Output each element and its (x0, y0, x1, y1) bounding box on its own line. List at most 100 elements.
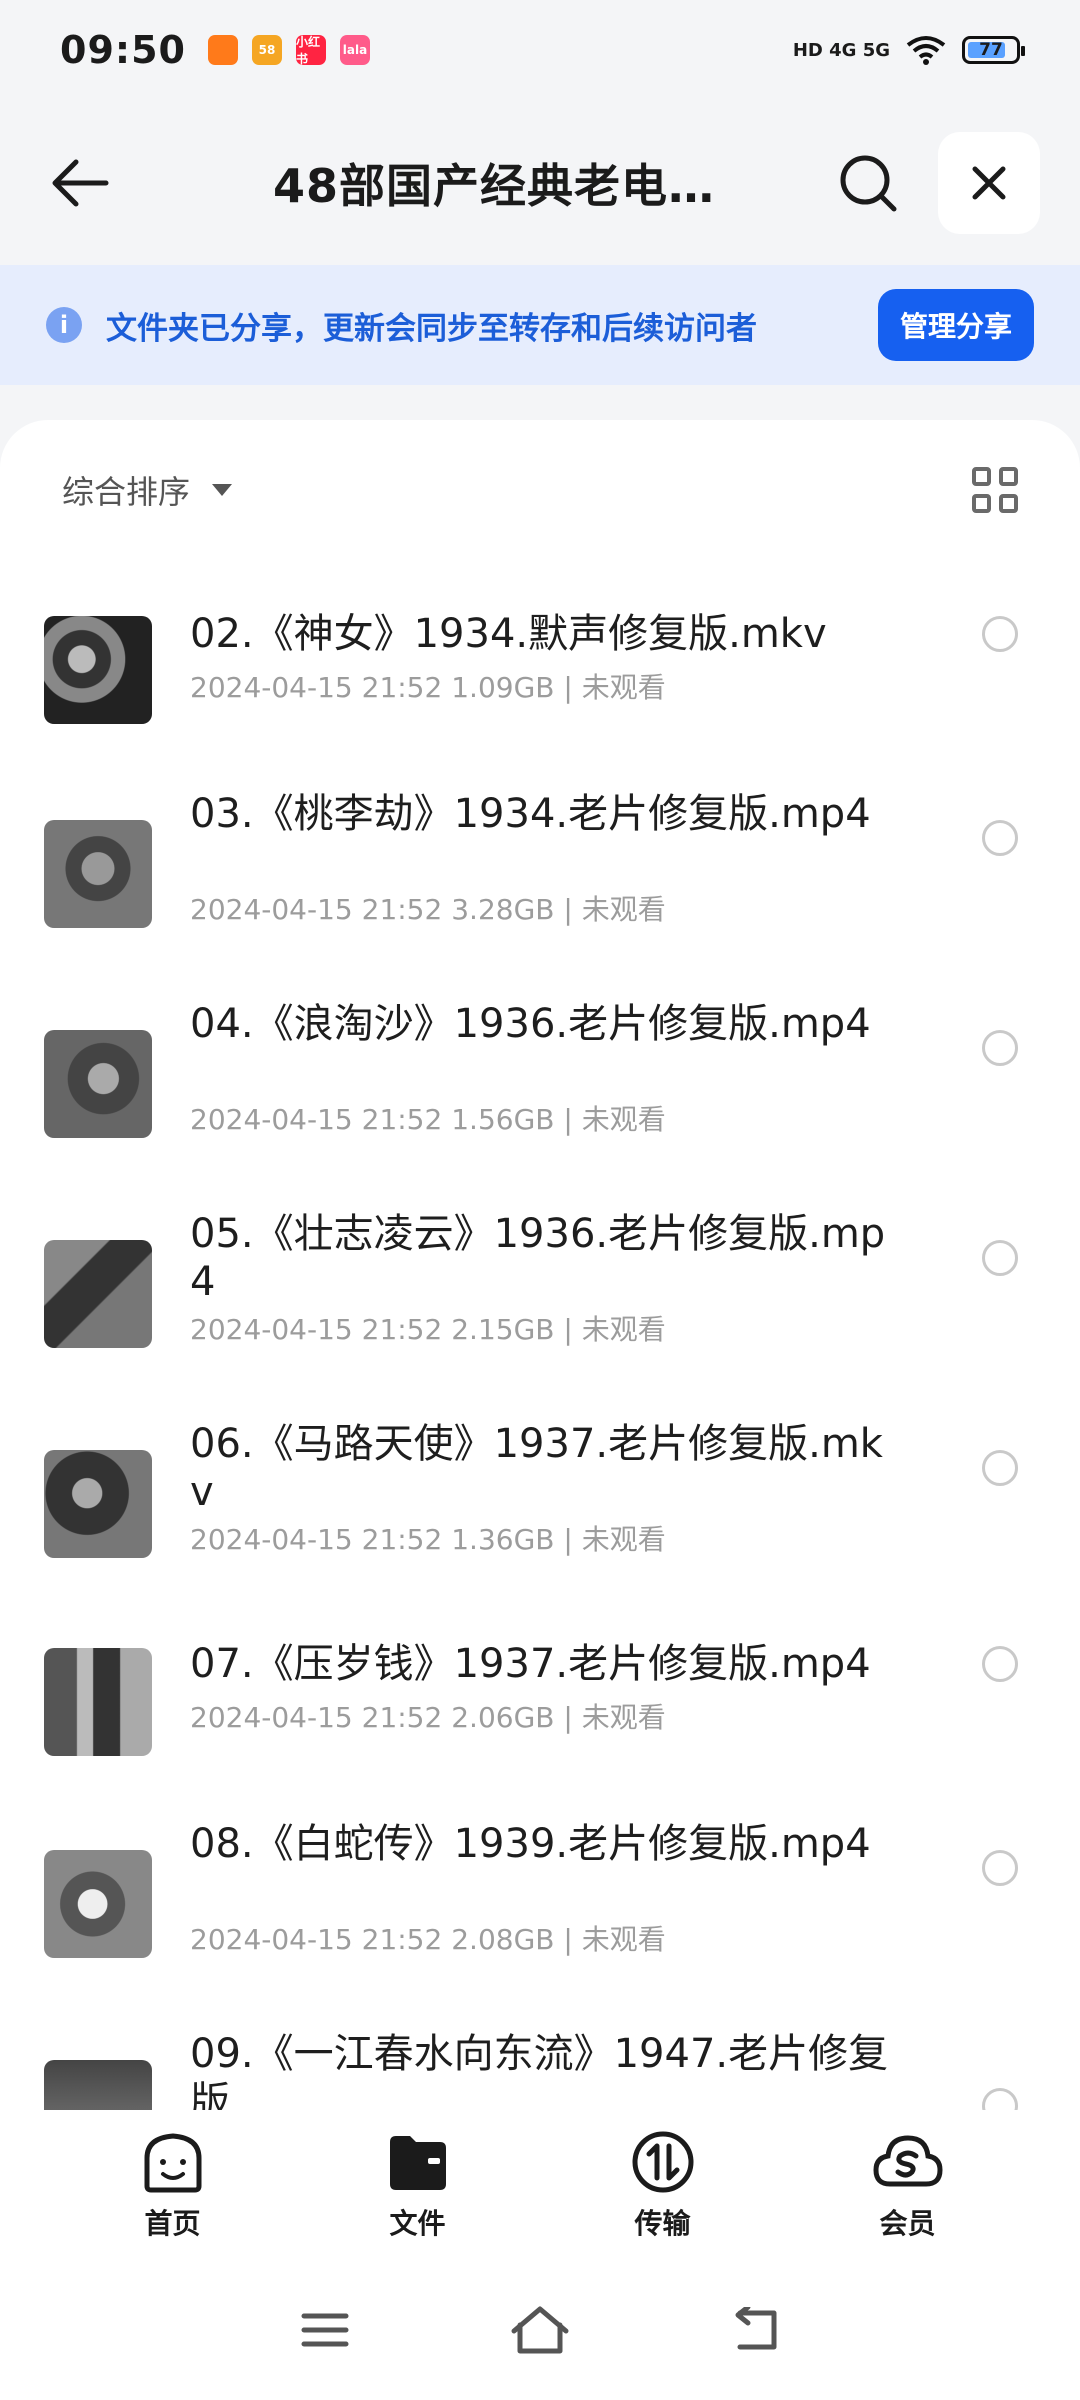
file-row[interactable]: 05.《壮志凌云》1936.老片修复版.mp4 2024-04-15 21:52 … (0, 1170, 1080, 1370)
file-row[interactable]: 07.《压岁钱》1937.老片修复版.mp4 2024-04-15 21:52 2… (0, 1590, 1080, 1790)
file-meta: 2024-04-15 21:52 1.36GB | 未观看 (190, 1518, 666, 1558)
wifi-icon (906, 36, 946, 65)
video-thumbnail (44, 616, 152, 724)
file-name: 03.《桃李劫》1934.老片修复版.mp4 (190, 791, 871, 837)
file-date: 2024-04-15 21:52 (190, 1701, 443, 1734)
file-list-panel: 综合排序 02.《神女》1934.默声修复版.mkv 2024-04-15 21:… (0, 420, 1080, 2120)
select-radio[interactable] (982, 616, 1018, 652)
close-button[interactable] (938, 131, 1040, 234)
system-nav-bar (0, 2260, 1080, 2400)
file-date: 2024-04-15 21:52 (190, 671, 443, 704)
file-date: 2024-04-15 21:52 (190, 1313, 443, 1346)
meta-divider: | (554, 1523, 582, 1556)
menu-icon[interactable] (300, 2310, 350, 2350)
grid-view-icon[interactable] (972, 467, 1018, 513)
file-row[interactable]: 08.《白蛇传》1939.老片修复版.mp4 2024-04-15 21:52 2… (0, 1780, 1080, 1980)
info-icon: i (46, 307, 82, 343)
battery-level: 77 (979, 40, 1003, 60)
tab-home[interactable]: 首页 (93, 2110, 253, 2260)
file-name: 08.《白蛇传》1939.老片修复版.mp4 (190, 1821, 871, 1867)
file-row[interactable]: 03.《桃李劫》1934.老片修复版.mp4 2024-04-15 21:52 3… (0, 750, 1080, 950)
file-meta: 2024-04-15 21:52 1.09GB | 未观看 (190, 666, 666, 706)
file-size: 1.09GB (451, 671, 555, 704)
member-cloud-icon (872, 2135, 943, 2187)
file-meta: 2024-04-15 21:52 3.28GB | 未观看 (190, 888, 666, 928)
select-radio[interactable] (982, 1030, 1018, 1066)
home-face-icon (144, 2133, 201, 2193)
select-radio[interactable] (982, 1850, 1018, 1886)
watch-status: 未观看 (581, 893, 666, 926)
file-name: 04.《浪淘沙》1936.老片修复版.mp4 (190, 1001, 871, 1047)
sort-dropdown[interactable]: 综合排序 (62, 467, 190, 513)
status-bar: 09:50 58 小红书 lala HD 4G 5G 77 (0, 0, 1080, 100)
folder-icon (389, 2136, 446, 2190)
watch-status: 未观看 (581, 1313, 666, 1346)
file-date: 2024-04-15 21:52 (190, 893, 443, 926)
caret-down-icon[interactable] (212, 484, 233, 496)
file-row[interactable]: 02.《神女》1934.默声修复版.mkv 2024-04-15 21:52 1.… (0, 560, 1080, 760)
file-meta: 2024-04-15 21:52 2.15GB | 未观看 (190, 1308, 666, 1348)
video-thumbnail (44, 1450, 152, 1558)
file-size: 2.06GB (451, 1701, 555, 1734)
select-radio[interactable] (982, 820, 1018, 856)
meta-divider: | (554, 893, 582, 926)
back-nav-icon[interactable] (730, 2307, 780, 2353)
close-icon (972, 166, 1006, 199)
tab-files[interactable]: 文件 (338, 2110, 498, 2260)
file-row[interactable]: 04.《浪淘沙》1936.老片修复版.mp4 2024-04-15 21:52 1… (0, 960, 1080, 1160)
app-icon-xiaohongshu: 小红书 (295, 35, 326, 66)
page-title: 48部国产经典老电… (272, 158, 715, 213)
video-thumbnail (44, 1850, 152, 1958)
file-meta: 2024-04-15 21:52 2.06GB | 未观看 (190, 1696, 666, 1736)
file-size: 2.08GB (451, 1923, 555, 1956)
file-date: 2024-04-15 21:52 (190, 1103, 443, 1136)
select-radio[interactable] (982, 1646, 1018, 1682)
select-radio[interactable] (982, 1240, 1018, 1276)
manage-share-button[interactable]: 管理分享 (877, 289, 1034, 361)
file-list[interactable]: 02.《神女》1934.默声修复版.mkv 2024-04-15 21:52 1.… (0, 560, 1080, 2115)
status-right: HD 4G 5G 77 (793, 35, 1025, 65)
tab-member-label: 会员 (879, 2207, 936, 2240)
app-icon-pink: lala (339, 35, 370, 65)
tab-transfer[interactable]: 传输 (583, 2110, 743, 2260)
tab-member[interactable]: 会员 (828, 2110, 988, 2260)
tab-transfer-label: 传输 (634, 2207, 691, 2240)
watch-status: 未观看 (581, 1923, 666, 1956)
tab-files-label: 文件 (389, 2207, 446, 2240)
battery-icon: 77 (962, 36, 1025, 64)
file-size: 1.36GB (451, 1523, 555, 1556)
transfer-icon (632, 2131, 693, 2193)
file-name: 06.《马路天使》1937.老片修复版.mkv (190, 1421, 883, 1515)
app-icon-orange (207, 35, 238, 65)
file-name: 09.《一江春水向东流》1947.老片修复版 (190, 2031, 889, 2115)
app-icon-58: 58 (251, 35, 282, 65)
file-meta: 2024-04-15 21:52 1.56GB | 未观看 (190, 1098, 666, 1138)
file-row[interactable]: 06.《马路天使》1937.老片修复版.mkv 2024-04-15 21:52 … (0, 1380, 1080, 1580)
status-app-icons: 58 小红书 lala (207, 35, 370, 66)
video-thumbnail (44, 820, 152, 928)
bottom-tab-bar: 首页 文件 传输 会员 (0, 2110, 1080, 2260)
file-name: 07.《压岁钱》1937.老片修复版.mp4 (190, 1641, 871, 1687)
tab-home-label: 首页 (144, 2207, 201, 2240)
file-date: 2024-04-15 21:52 (190, 1923, 443, 1956)
share-notice-text: 文件夹已分享，更新会同步至转存和后续访问者 (106, 310, 757, 347)
file-meta: 2024-04-15 21:52 2.08GB | 未观看 (190, 1918, 666, 1958)
top-header: 48部国产经典老电… (0, 100, 1080, 265)
meta-divider: | (554, 1313, 582, 1346)
watch-status: 未观看 (581, 671, 666, 704)
search-button[interactable] (828, 143, 908, 223)
select-radio[interactable] (982, 1450, 1018, 1486)
watch-status: 未观看 (581, 1523, 666, 1556)
file-size: 1.56GB (451, 1103, 555, 1136)
file-size: 3.28GB (451, 893, 555, 926)
file-row[interactable]: 09.《一江春水向东流》1947.老片修复版 (0, 1990, 1080, 2115)
sort-bar: 综合排序 (0, 420, 1080, 560)
meta-divider: | (554, 1701, 582, 1734)
file-size: 2.15GB (451, 1313, 555, 1346)
video-thumbnail (44, 1648, 152, 1756)
file-name: 05.《壮志凌云》1936.老片修复版.mp4 (190, 1211, 886, 1305)
arrow-left-icon (52, 159, 109, 206)
home-icon[interactable] (510, 2305, 570, 2355)
back-button[interactable] (40, 143, 120, 223)
file-name: 02.《神女》1934.默声修复版.mkv (190, 611, 827, 657)
